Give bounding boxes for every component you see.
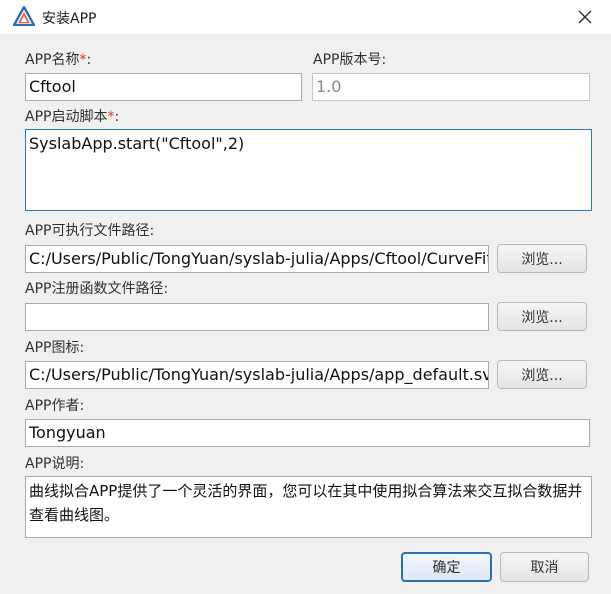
icon-path-browse-button[interactable]: 浏览... bbox=[497, 360, 587, 389]
cancel-button[interactable]: 取消 bbox=[500, 552, 589, 582]
icon-path-field[interactable]: C:/Users/Public/TongYuan/syslab-julia/Ap… bbox=[25, 361, 489, 389]
app-name-label: APP名称*: bbox=[25, 52, 92, 68]
app-version-field: 1.0 bbox=[312, 73, 590, 101]
ok-button[interactable]: 确定 bbox=[401, 552, 492, 582]
icon-path-label: APP图标: bbox=[25, 340, 85, 356]
close-icon bbox=[578, 10, 592, 24]
reg-path-label: APP注册函数文件路径: bbox=[25, 281, 169, 297]
close-button[interactable] bbox=[570, 4, 600, 30]
author-label: APP作者: bbox=[25, 398, 85, 414]
startup-script-label: APP启动脚本*: bbox=[25, 109, 120, 125]
startup-script-textarea[interactable]: SyslabApp.start("Cftool",2) bbox=[25, 129, 592, 211]
title-bar: 安装APP bbox=[0, 0, 611, 34]
exe-path-browse-button[interactable]: 浏览... bbox=[497, 244, 587, 273]
reg-path-browse-button[interactable]: 浏览... bbox=[497, 302, 587, 331]
description-label: APP说明: bbox=[25, 456, 85, 472]
reg-path-field[interactable] bbox=[25, 303, 489, 331]
author-field[interactable]: Tongyuan bbox=[25, 419, 590, 447]
window-title: 安装APP bbox=[42, 11, 97, 27]
app-version-label: APP版本号: bbox=[313, 52, 387, 68]
app-name-field[interactable]: Cftool bbox=[25, 73, 302, 101]
exe-path-field[interactable]: C:/Users/Public/TongYuan/syslab-julia/Ap… bbox=[25, 245, 489, 273]
app-logo-icon bbox=[12, 5, 36, 27]
description-textarea[interactable]: 曲线拟合APP提供了一个灵活的界面，您可以在其中使用拟合算法来交互拟合数据并查看… bbox=[25, 476, 592, 538]
exe-path-label: APP可执行文件路径: bbox=[25, 223, 155, 239]
